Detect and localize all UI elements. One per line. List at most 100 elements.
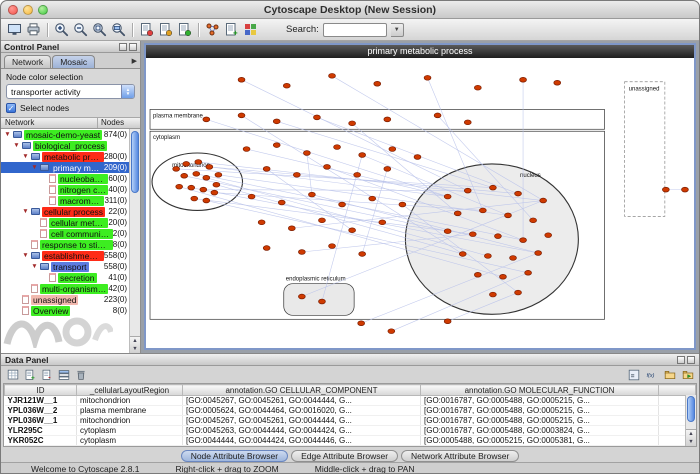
network-node[interactable] (206, 164, 213, 169)
network-node[interactable] (298, 250, 305, 255)
network-node[interactable] (454, 211, 461, 216)
create-attribute-icon[interactable]: + (21, 367, 38, 382)
column-header[interactable]: ID (5, 385, 77, 396)
network-node[interactable] (444, 319, 451, 324)
network-node[interactable] (495, 234, 502, 239)
tab-edge-attribute-browser[interactable]: Edge Attribute Browser (291, 450, 398, 462)
function-builder-icon[interactable]: f(x) (643, 367, 660, 382)
table-row[interactable]: YJR121W__1mitochondrion[GO:0045267, GO:0… (5, 396, 696, 406)
column-header[interactable]: annotation.GO CELLULAR_COMPONENT (183, 385, 421, 396)
network-node[interactable] (203, 198, 210, 203)
network-node[interactable] (349, 228, 356, 233)
network-node[interactable] (319, 218, 326, 223)
network-node[interactable] (339, 202, 346, 207)
network-node[interactable] (203, 175, 210, 180)
network-node[interactable] (273, 143, 280, 148)
network-node[interactable] (181, 173, 188, 178)
network-node[interactable] (258, 220, 265, 225)
expander-icon[interactable]: ▼ (21, 153, 30, 160)
tree-scrollbar[interactable]: ▲▼ (129, 129, 140, 353)
tree-item-mosaic-demo-yeast[interactable]: ▼mosaic-demo-yeast874(0) (1, 129, 140, 140)
tree-item-response-to-stimu-[interactable]: response to stimu...8(0) (1, 239, 140, 250)
table-scrollbar-thumb[interactable] (687, 396, 695, 422)
select-nodes-checkbox[interactable]: ✓ (6, 103, 16, 113)
expander-icon[interactable]: ▼ (3, 131, 12, 138)
network-node[interactable] (484, 254, 491, 259)
tree-item-secretion[interactable]: secretion41(0) (1, 272, 140, 283)
table-row[interactable]: YPL036W__2plasma membrane[GO:0005624, GO… (5, 406, 696, 416)
network-node[interactable] (369, 196, 376, 201)
tab-node-attribute-browser[interactable]: Node Attribute Browser (181, 450, 288, 462)
network-node[interactable] (215, 172, 222, 177)
expander-icon[interactable]: ▼ (30, 263, 39, 270)
network-node[interactable] (359, 252, 366, 257)
network-node[interactable] (248, 194, 255, 199)
select-attributes-icon[interactable] (4, 367, 21, 382)
network-node[interactable] (374, 81, 381, 86)
tree-column-network[interactable]: Network (1, 118, 98, 128)
network-node[interactable] (193, 171, 200, 176)
column-header[interactable] (659, 385, 696, 396)
vizmapper-icon[interactable] (241, 21, 260, 39)
network-node[interactable] (662, 187, 669, 192)
expander-icon[interactable]: ▼ (30, 164, 39, 171)
network-node[interactable] (545, 233, 552, 238)
network-node[interactable] (176, 184, 183, 189)
delete-attribute-icon[interactable]: - (38, 367, 55, 382)
network-node[interactable] (195, 160, 202, 165)
network-node[interactable] (273, 119, 280, 124)
network-node[interactable] (384, 117, 391, 122)
network-node[interactable] (540, 198, 547, 203)
network-node[interactable] (349, 121, 356, 126)
trash-icon[interactable] (72, 367, 89, 382)
tree-scrollbar-arrows[interactable]: ▲▼ (130, 336, 140, 353)
network-node[interactable] (298, 294, 305, 299)
search-input[interactable] (323, 23, 387, 37)
network-node[interactable] (388, 329, 395, 334)
node-color-dropdown[interactable]: transporter activity ▲▼ (6, 84, 135, 99)
network-node[interactable] (459, 252, 466, 257)
select-all-rows-icon[interactable] (55, 367, 72, 382)
expander-icon[interactable]: ▼ (21, 208, 30, 215)
network-node[interactable] (173, 166, 180, 171)
zoom-out-icon[interactable] (71, 21, 90, 39)
network-node[interactable] (293, 172, 300, 177)
tab-network-attribute-browser[interactable]: Network Attribute Browser (401, 450, 519, 462)
network-node[interactable] (444, 194, 451, 199)
network-node[interactable] (238, 113, 245, 118)
tree-item-macromolecule-[interactable]: macromolecule...311(0) (1, 195, 140, 206)
network-node[interactable] (525, 270, 532, 275)
network-node[interactable] (500, 274, 507, 279)
network-node[interactable] (329, 244, 336, 249)
network-node[interactable] (424, 75, 431, 80)
zoom-in-icon[interactable] (52, 21, 71, 39)
tree-item-primary-metab-[interactable]: ▼primary metab...209(0) (1, 162, 140, 173)
network-node[interactable] (479, 208, 486, 213)
network-node[interactable] (308, 192, 315, 197)
tree-item-unassigned[interactable]: unassigned223(0) (1, 294, 140, 305)
network-node[interactable] (682, 187, 689, 192)
column-header[interactable]: _cellularLayoutRegion (77, 385, 183, 396)
network-node[interactable] (319, 299, 326, 304)
table-row[interactable]: YDR039C__1mitochondrion[GO:0044444, GO:0… (5, 446, 696, 448)
network-node[interactable] (530, 218, 537, 223)
network-node[interactable] (520, 238, 527, 243)
network-node[interactable] (188, 185, 195, 190)
network-node[interactable] (314, 115, 321, 120)
table-row[interactable]: YPL036W__1mitochondrion[GO:0045267, GO:0… (5, 416, 696, 426)
network-node[interactable] (283, 83, 290, 88)
network-node[interactable] (359, 153, 366, 158)
float-datapanel-icon[interactable] (677, 356, 685, 364)
network-node[interactable] (505, 213, 512, 218)
network-node[interactable] (191, 196, 198, 201)
tree-item-cellular-metabo-[interactable]: cellular metabo...20(0) (1, 217, 140, 228)
tree-item-biological-process[interactable]: ▼biological_process (1, 140, 140, 151)
network-node[interactable] (183, 162, 190, 167)
export-table-icon[interactable] (679, 367, 696, 382)
network-node[interactable] (379, 220, 386, 225)
zoom-fit-icon[interactable] (109, 21, 128, 39)
network-node[interactable] (303, 151, 310, 156)
column-header[interactable]: annotation.GO MOLECULAR_FUNCTION (421, 385, 659, 396)
hide-selected-icon[interactable] (156, 21, 175, 39)
table-row[interactable]: YLR295Ccytoplasm[GO:0045263, GO:0044444,… (5, 426, 696, 436)
